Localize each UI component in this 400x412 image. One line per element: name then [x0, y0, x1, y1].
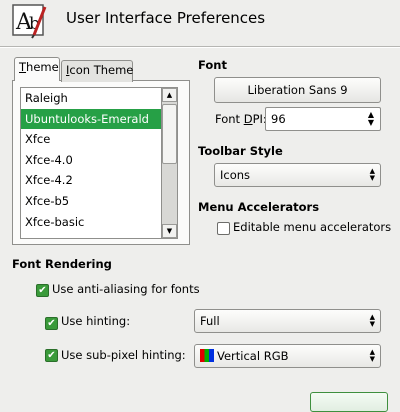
font-button-label: Liberation Sans 9	[247, 83, 348, 97]
toolbar-style-combo[interactable]: Icons ▲ ▼	[214, 163, 381, 187]
editable-accelerators-checkbox[interactable]	[217, 222, 230, 235]
menu-accelerators-title: Menu Accelerators	[198, 200, 320, 214]
header-divider-highlight	[0, 47, 400, 48]
scroll-up-arrow-icon[interactable]: ▲	[162, 88, 177, 102]
combo-arrows-icon: ▲ ▼	[369, 348, 375, 363]
window-title: User Interface Preferences	[66, 9, 266, 27]
dpi-value: 96	[271, 112, 286, 126]
font-dpi-label: Font DPI:	[215, 112, 267, 126]
scroll-down-arrow-icon[interactable]: ▼	[162, 224, 177, 238]
spin-arrows[interactable]: ▲ ▼	[366, 111, 376, 127]
list-item[interactable]: Xfce-b5	[21, 191, 161, 212]
combo-arrows-icon: ▲ ▼	[369, 313, 375, 328]
theme-list[interactable]: Raleigh Ubuntulooks-Emerald Xfce Xfce-4.…	[20, 87, 162, 239]
subpixel-value: Vertical RGB	[217, 349, 289, 363]
scrollbar-thumb[interactable]	[162, 104, 177, 164]
toolbar-style-value: Icons	[220, 168, 251, 182]
theme-list-scrollbar[interactable]: ▲ ▼	[162, 87, 178, 239]
dpi-label-mnemonic: D	[243, 112, 253, 126]
app-icon: A b	[12, 3, 50, 39]
list-item[interactable]: Xfce-basic	[21, 212, 161, 233]
tab-icon-theme[interactable]: Icon Theme	[61, 60, 133, 82]
list-item[interactable]: Raleigh	[21, 88, 161, 109]
list-item[interactable]: Xfce-4.2	[21, 170, 161, 191]
font-dpi-spinbutton[interactable]: 96 ▲ ▼	[265, 107, 381, 131]
tab-theme-mnemonic: T	[19, 60, 27, 74]
combo-arrows-icon: ▲ ▼	[369, 167, 375, 182]
dpi-label-prefix: Font	[215, 112, 244, 126]
hinting-label[interactable]: Use hinting:	[61, 314, 130, 328]
list-item[interactable]: Xfce-4.0	[21, 150, 161, 171]
dialog-button[interactable]	[310, 392, 388, 412]
subpixel-checkbox[interactable]: ✔	[45, 349, 58, 362]
editable-accelerators-label[interactable]: Editable menu accelerators	[233, 220, 391, 234]
hinting-value: Full	[200, 314, 220, 328]
hinting-combo[interactable]: Full ▲ ▼	[194, 309, 381, 333]
toolbar-style-title: Toolbar Style	[198, 144, 283, 158]
font-rendering-title: Font Rendering	[12, 257, 112, 271]
antialiasing-label[interactable]: Use anti-aliasing for fonts	[52, 282, 200, 296]
spin-down-icon[interactable]: ▼	[366, 119, 376, 127]
subpixel-label[interactable]: Use sub-pixel hinting:	[61, 348, 186, 362]
tab-theme-label: heme	[26, 60, 59, 74]
antialiasing-checkbox[interactable]: ✔	[36, 284, 49, 297]
tab-theme[interactable]: Theme	[14, 57, 60, 81]
font-picker-button[interactable]: Liberation Sans 9	[214, 77, 381, 103]
tab-icon-theme-label: con Theme	[69, 63, 134, 77]
font-section-title: Font	[198, 58, 227, 72]
hinting-checkbox[interactable]: ✔	[45, 317, 58, 330]
list-item-selected[interactable]: Ubuntulooks-Emerald	[21, 108, 161, 130]
rgb-swatch-icon	[200, 349, 214, 362]
subpixel-combo[interactable]: Vertical RGB ▲ ▼	[194, 344, 381, 368]
list-item[interactable]: Xfce	[21, 129, 161, 150]
